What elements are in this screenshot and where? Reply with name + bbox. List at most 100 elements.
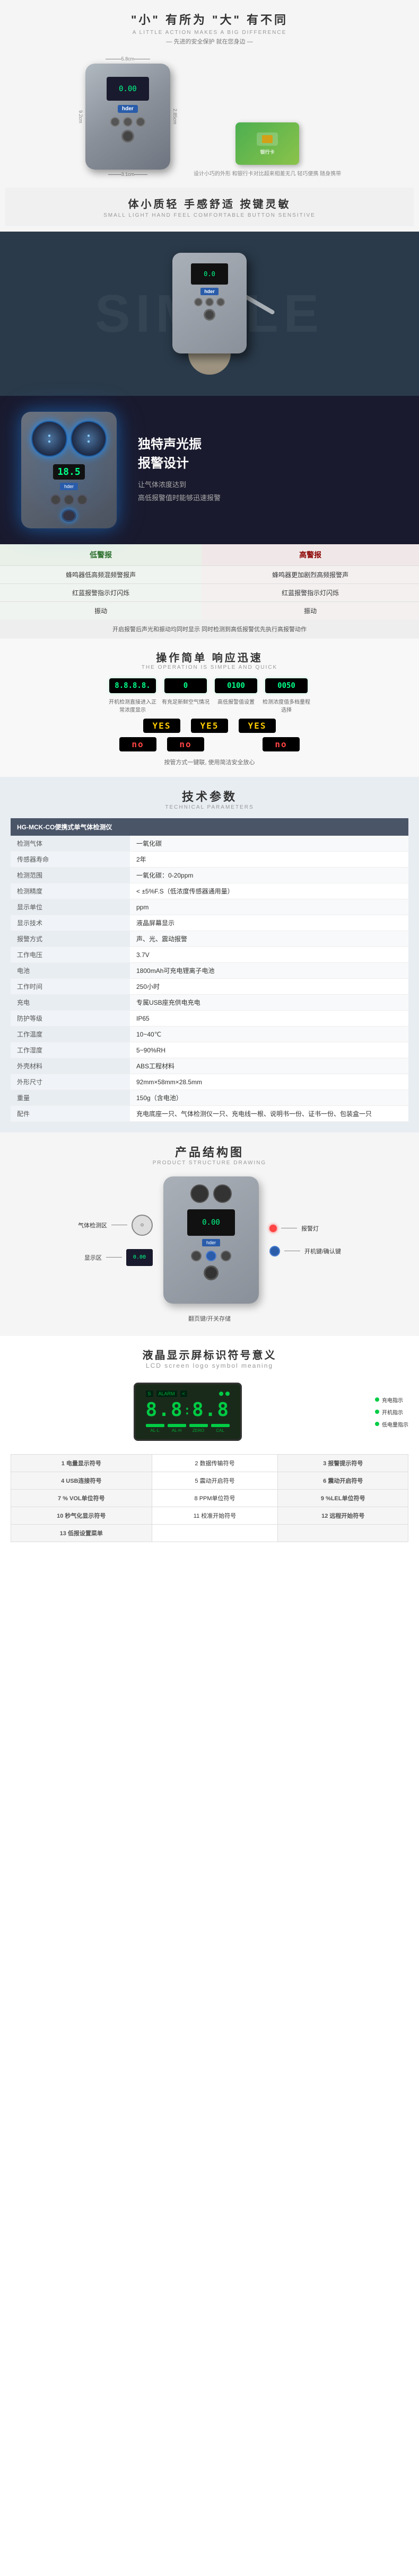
label-line-2 [106,1257,122,1258]
bar-cal-label: CAL [216,1428,224,1433]
dim-left: 9.2cm [78,110,83,123]
op-screen-2: 0 有充足新鲜空气情况 [162,678,210,713]
tech-header-row: HG-MCK-CO便携式单气体检测仪 [11,818,408,836]
tech-value-13: 5~90%RH [130,1042,408,1058]
bar-al-l-bar [146,1424,164,1427]
tech-row-4: 显示单位 ppm [11,899,408,915]
bar-zero-label: ZERO [193,1428,204,1433]
op-desc-1: 开机检测直接进入正常浓度显示 [109,697,156,713]
lcd-label-charge: 充电指示 [375,1396,408,1404]
symbol-row-2: 4 USB连接符号 5 震动开启符号 6 震动开启符号 [11,1472,408,1490]
tech-value-1: 2年 [130,852,408,867]
btn1 [110,117,120,127]
lcd-main-digits: 8 . 8 : 8 . 8 [146,1399,230,1421]
hand-device-wrapper: 0.0 hder [172,253,247,375]
sym-15 [278,1525,408,1542]
alarm-low-header: 低警报 [0,544,202,566]
symbol-row-4: 10 秒气化显示符号 11 校准开始符号 12 远程开始符号 [11,1507,408,1525]
tech-value-4: ppm [130,899,408,915]
device-buttons [110,117,145,127]
alarm-high-header: 高警报 [202,544,419,566]
tech-param-4: 显示单位 [11,899,130,915]
power-dot [375,1410,379,1414]
struct-title-en: PRODUCT STRUCTURE DRAWING [11,1160,408,1166]
center-device: 0.00 hder [163,1176,259,1304]
hero-section: "小" 有所为 "大" 有不同 A LITTLE ACTION MAKES A … [0,0,419,232]
tech-value-14: ABS工程材料 [130,1058,408,1074]
glow-sensor [62,509,76,522]
hbtn2 [205,298,214,306]
struct-label-sensor: 气体检测区 ⊙ [78,1215,153,1236]
lcd-title-cn: 液晶显示屏标识符号意义 [11,1347,408,1362]
hand-section: SIMPLE 0.0 hder [0,232,419,396]
device-sensor [121,130,134,143]
digit-1: 8 [146,1399,158,1421]
no-spacer [215,737,252,751]
sym-4: 4 USB连接符号 [11,1472,152,1490]
tech-value-9: 250小时 [130,979,408,995]
indicator-s: S [146,1391,153,1397]
sym-3: 3 报警提示符号 [278,1455,408,1472]
bank-card: 银行卡 [235,122,299,165]
sym-2: 2 数据传输符号 [152,1455,278,1472]
tech-value-17: 充电底座一只、气体检测仪一只、充电线一根、说明书一份、证书一份、包装盒一只 [130,1106,408,1122]
hero-subtitle-en: — 先进的安全保护 就在您身边 — [5,37,414,46]
tech-param-6: 报警方式 [11,931,130,947]
lcd-right-labels: 充电指示 开机指示 低电量指示 [375,1396,408,1428]
alarm-row-1: 蜂鸣器低高频混频警报声 蜂鸣器更加剧烈高频报警声 [0,566,419,584]
device-screen: 0.00 [107,77,149,101]
digit-dot-2: . [205,1399,216,1421]
btn2 [123,117,133,127]
tech-value-16: 150g（含电池） [130,1090,408,1106]
bar-al-h: AL-H [168,1424,186,1433]
tech-param-2: 检测范围 [11,867,130,883]
center-btn-1 [191,1251,202,1261]
no-3: no [263,737,300,751]
tech-row-7: 工作电压 3.7V [11,947,408,963]
op-screen-4: 0050 检测浓度值多档量程选择 [263,678,310,713]
lcd-top-row: S ALARM < [146,1391,230,1397]
operation-section: 操作简单 响应迅速 THE OPERATION IS SIMPLE AND QU… [0,639,419,777]
alarm-row-2: 红蓝报警指示灯闪烁 红蓝报警指示灯闪烁 [0,584,419,602]
tech-param-13: 工作湿度 [11,1042,130,1058]
alarm-feature: 独特声光振报警设计 让气体浓度达到高低报警值时能够迅速报警 [117,435,398,504]
tech-value-11: IP65 [130,1011,408,1026]
tech-value-10: 专属USB座充供电充电 [130,995,408,1011]
symbol-table: 1 电量显示符号 2 数据传输符号 3 报警提示符号 4 USB连接符号 5 震… [11,1454,408,1542]
alarm-subtitle: 让气体浓度达到高低报警值时能够迅速报警 [138,479,398,504]
tech-param-5: 显示技术 [11,915,130,931]
tech-value-7: 3.7V [130,947,408,963]
sym-6: 6 震动开启符号 [278,1472,408,1490]
hero-title-en: A LITTLE ACTION MAKES A BIG DIFFERENCE [5,30,414,36]
alarm-led-icon [269,1225,277,1232]
sym-8: 8 PPM单位符号 [152,1490,278,1507]
lcd-top-right [219,1392,230,1396]
lcd-3: 0100 [215,678,257,693]
tech-param-7: 工作电压 [11,947,130,963]
bar-al-l: AL-L [146,1424,164,1433]
center-screen: 0.00 [187,1209,235,1236]
tech-row-2: 检测范围 一氧化碳：0-20ppm [11,867,408,883]
gbtn3 [77,494,88,505]
struct-page-btn-label: 翻页键/开关存储 [11,1312,408,1325]
tech-value-6: 声、光、震动报警 [130,931,408,947]
tech-value-3: < ±5%F.S（低浓度传感器通用量） [130,883,408,899]
glow-circle-1: ●● [31,421,67,457]
bar-zero-bar [189,1424,208,1427]
tech-param-9: 工作时间 [11,979,130,995]
btn3 [136,117,145,127]
digit-4: 8 [217,1399,229,1421]
tech-param-12: 工作温度 [11,1026,130,1042]
sensor-left [190,1184,209,1203]
alarm-table-section: 低警报 高警报 蜂鸣器低高频混频警报声 蜂鸣器更加剧烈高频报警声 红蓝报警指示灯… [0,544,419,639]
bar-cal: CAL [211,1424,230,1433]
yes-1: YES [143,719,180,733]
tech-row-0: 检测气体 一氧化碳 [11,836,408,852]
alarm-high-1: 蜂鸣器更加剧烈高频报警声 [202,566,419,584]
device-with-dims: 5.8cm 9.2cm 0.00 hder 2 [78,56,178,177]
lcd-label-low-battery: 低电量指示 [375,1420,408,1428]
lcd-label-power: 开机指示 [375,1408,408,1416]
tech-title-en: TECHNICAL PARAMETERS [11,804,408,810]
tech-value-12: 10~40℃ [130,1026,408,1042]
feature-section: 体小质轻 手感舒适 按键灵敏 SMALL LIGHT HAND FEEL COM… [5,188,414,226]
